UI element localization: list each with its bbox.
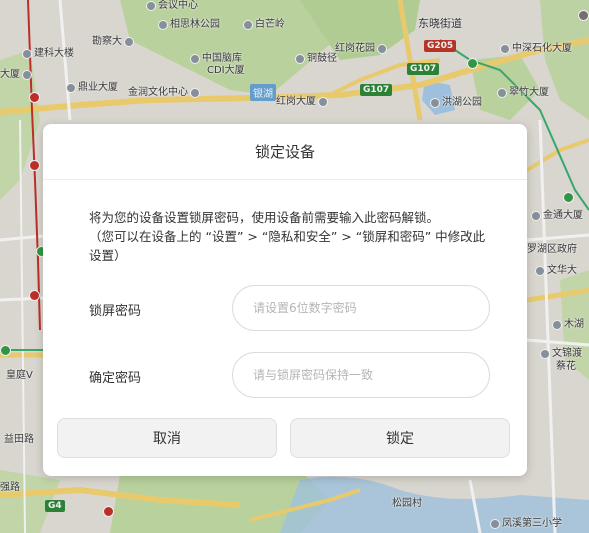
password-input[interactable] xyxy=(232,285,490,331)
confirm-password-input[interactable] xyxy=(232,352,490,398)
lock-button[interactable]: 锁定 xyxy=(290,418,510,458)
lock-device-dialog: 锁定设备 将为您的设备设置锁屏密码，使用设备前需要输入此密码解锁。 （您可以在设… xyxy=(43,124,527,476)
description-note: （您可以在设备上的 “设置” > “隐私和安全” > “锁屏和密码” 中修改此设… xyxy=(89,229,486,263)
cancel-button[interactable]: 取消 xyxy=(57,418,277,458)
confirm-password-label: 确定密码 xyxy=(89,371,142,386)
dialog-title: 锁定设备 xyxy=(254,143,315,161)
dialog-header: 锁定设备 xyxy=(43,124,527,180)
dialog-description: 将为您的设备设置锁屏密码，使用设备前需要输入此密码解锁。 （您可以在设备上的 “… xyxy=(89,208,489,265)
password-label: 锁屏密码 xyxy=(89,304,142,319)
description-text: 将为您的设备设置锁屏密码，使用设备前需要输入此密码解锁。 xyxy=(89,210,440,225)
